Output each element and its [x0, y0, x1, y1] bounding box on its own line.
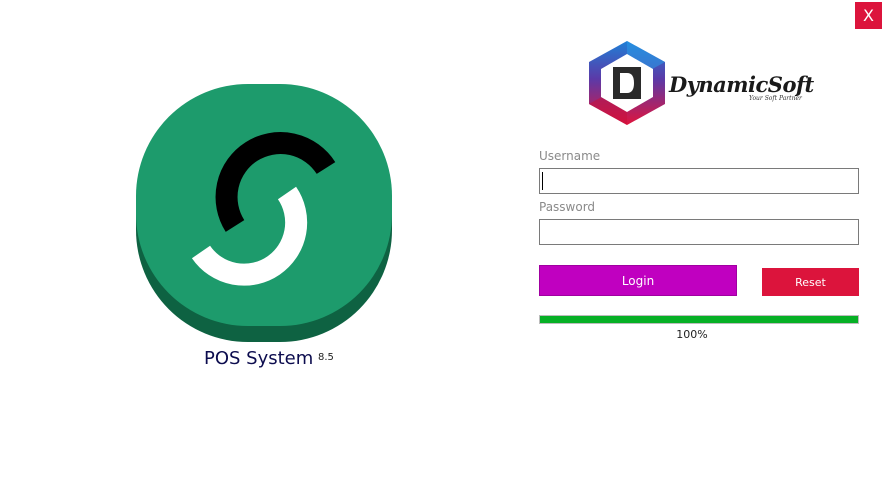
- brand-name: DynamicSoft: [669, 72, 814, 97]
- password-label: Password: [539, 200, 596, 214]
- text-caret: [542, 172, 543, 190]
- app-name: POS System: [204, 348, 314, 369]
- progress-text: 100%: [676, 328, 708, 341]
- reset-button[interactable]: Reset: [762, 268, 859, 296]
- login-button[interactable]: Login: [539, 265, 737, 296]
- username-input[interactable]: [539, 168, 859, 194]
- app-version: 8.5: [318, 352, 334, 363]
- progress-fill: [540, 316, 858, 323]
- username-label: Username: [539, 149, 601, 163]
- hexagon-d-logo-icon: [589, 41, 665, 125]
- progress-bar: [539, 315, 859, 324]
- close-button[interactable]: X: [855, 2, 882, 29]
- pos-s-logo-icon: [136, 84, 392, 342]
- brand-tagline: Your Soft Partner: [749, 95, 802, 102]
- password-input[interactable]: [539, 219, 859, 245]
